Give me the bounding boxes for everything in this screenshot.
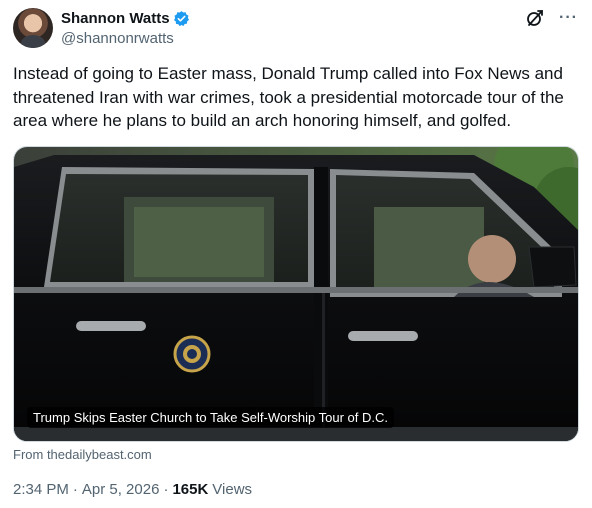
avatar[interactable] <box>13 8 53 48</box>
tweet-date[interactable]: Apr 5, 2026 <box>82 481 160 498</box>
meta-separator: · <box>72 481 78 498</box>
meta-separator-2: · <box>163 481 169 498</box>
tweet-header: Shannon Watts @shannonrwatts ··· <box>13 8 578 50</box>
link-card-image[interactable]: Trump Skips Easter Church to Take Self-W… <box>13 146 579 442</box>
motorcade-car-photo <box>14 147 578 441</box>
display-name-row: Shannon Watts <box>61 9 190 28</box>
tweet-text: Instead of going to Easter mass, Donald … <box>13 64 564 130</box>
display-name[interactable]: Shannon Watts <box>61 10 170 27</box>
grok-icon[interactable] <box>525 8 545 28</box>
card-caption[interactable]: Trump Skips Easter Church to Take Self-W… <box>27 407 394 428</box>
views-label: Views <box>212 481 253 498</box>
more-icon[interactable]: ··· <box>559 9 578 27</box>
views-count[interactable]: 165K <box>172 481 208 498</box>
tweet-time[interactable]: 2:34 PM <box>13 481 69 498</box>
header-icons: ··· <box>525 8 578 28</box>
card-source[interactable]: From thedailybeast.com <box>13 447 152 462</box>
author-names: Shannon Watts @shannonrwatts <box>61 9 190 47</box>
verified-badge-icon <box>173 10 190 27</box>
tweet-meta: 2:34 PM · Apr 5, 2026 · 165K Views <box>13 481 252 498</box>
handle[interactable]: @shannonrwatts <box>61 30 190 47</box>
